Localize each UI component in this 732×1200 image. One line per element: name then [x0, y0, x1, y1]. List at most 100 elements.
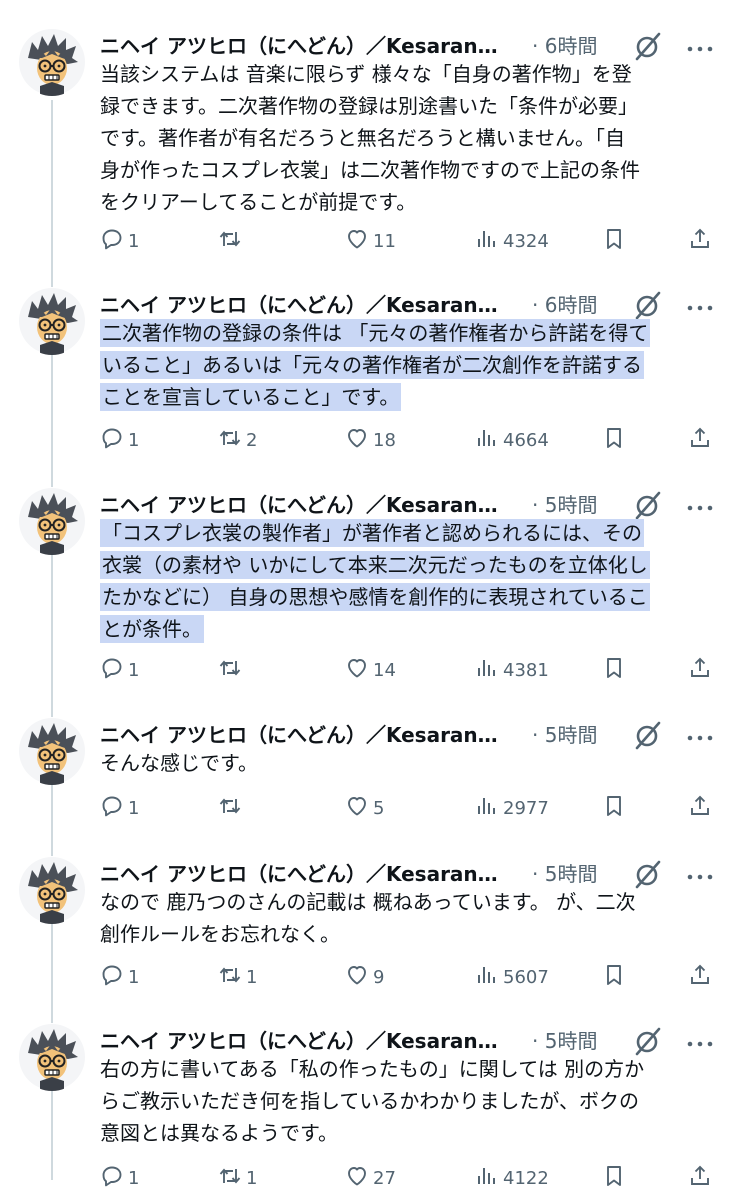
reply-button[interactable]: 1: [100, 655, 139, 685]
retweet-button[interactable]: 1: [218, 1163, 257, 1193]
tweet-text-line: 当該システムは 音楽に限らず 様々な「自身の著作物」を登: [100, 62, 632, 86]
reply-button[interactable]: 1: [100, 962, 139, 992]
views-count: 5607: [503, 966, 549, 988]
bookmark-button[interactable]: [602, 655, 630, 685]
like-count: 11: [373, 230, 396, 252]
like-count: 18: [373, 429, 396, 451]
bookmark-icon: [602, 656, 630, 685]
views-icon: [475, 426, 503, 455]
grok-icon[interactable]: [633, 720, 663, 750]
heart-icon: [345, 794, 373, 823]
more-icon[interactable]: [685, 729, 715, 741]
grok-icon[interactable]: [633, 31, 663, 61]
grok-icon[interactable]: [633, 290, 663, 320]
bookmark-button[interactable]: [602, 226, 630, 256]
views-icon: [475, 1164, 503, 1193]
like-button[interactable]: 11: [345, 226, 396, 256]
bookmark-button[interactable]: [602, 1163, 630, 1193]
like-button[interactable]: 27: [345, 1163, 396, 1193]
bookmark-button[interactable]: [602, 962, 630, 992]
views-button[interactable]: 4122: [475, 1163, 549, 1193]
share-button[interactable]: [688, 425, 716, 455]
reply-count: 1: [128, 966, 140, 988]
share-button[interactable]: [688, 226, 716, 256]
reply-count: 1: [128, 230, 140, 252]
reply-count: 1: [128, 659, 140, 681]
grok-icon[interactable]: [633, 859, 663, 889]
share-button[interactable]: [688, 655, 716, 685]
retweet-icon: [218, 963, 246, 992]
retweet-button[interactable]: [218, 226, 246, 256]
retweet-button[interactable]: [218, 793, 246, 823]
tweet-6[interactable]: ニヘイ アツヒロ（にへどん）／Kesaran… · 5時間 右の方に書いてある「…: [0, 1023, 732, 1195]
avatar[interactable]: [18, 287, 86, 355]
tweet-text: 「コスプレ衣裳の製作者」が著作者と認められるには、その 衣裳（の素材や いかにして…: [100, 517, 720, 645]
tweet-2[interactable]: ニヘイ アツヒロ（にへどん）／Kesaran… · 6時間 二次著作物の登録の条…: [0, 287, 732, 457]
avatar[interactable]: [18, 487, 86, 555]
reply-button[interactable]: 1: [100, 226, 139, 256]
retweet-button[interactable]: [218, 655, 246, 685]
like-button[interactable]: 5: [345, 793, 384, 823]
tweet-actions: 1 11 4324: [100, 226, 720, 256]
bookmark-button[interactable]: [602, 425, 630, 455]
tweet-5[interactable]: ニヘイ アツヒロ（にへどん）／Kesaran… · 5時間 なので 鹿乃つのさん…: [0, 856, 732, 994]
like-button[interactable]: 14: [345, 655, 396, 685]
like-count: 9: [373, 966, 385, 988]
reply-button[interactable]: 1: [100, 1163, 139, 1193]
heart-icon: [345, 227, 373, 256]
retweet-icon: [218, 794, 246, 823]
share-button[interactable]: [688, 1163, 716, 1193]
more-icon[interactable]: [685, 1035, 715, 1047]
more-icon[interactable]: [685, 299, 715, 311]
bookmark-button[interactable]: [602, 793, 630, 823]
retweet-icon: [218, 1164, 246, 1193]
views-icon: [475, 794, 503, 823]
heart-icon: [345, 963, 373, 992]
tweet-1[interactable]: ニヘイ アツヒロ（にへどん）／Kesaran… · 6時間 当該システムは 音楽…: [0, 28, 732, 258]
tweet-text-line: そんな感じです。: [100, 751, 258, 775]
share-button[interactable]: [688, 962, 716, 992]
retweet-button[interactable]: 1: [218, 962, 257, 992]
bookmark-icon: [602, 1164, 630, 1193]
tweet-text-line: 右の方に書いてある「私の作ったもの」に関しては 別の方か: [100, 1057, 645, 1081]
retweet-count: 1: [246, 966, 258, 988]
reply-count: 1: [128, 429, 140, 451]
tweet-3[interactable]: ニヘイ アツヒロ（にへどん）／Kesaran… · 5時間 「コスプレ衣裳の製作…: [0, 487, 732, 687]
tweet-4[interactable]: ニヘイ アツヒロ（にへどん）／Kesaran… · 5時間 そんな感じです。 1…: [0, 717, 732, 825]
more-icon[interactable]: [685, 868, 715, 880]
share-icon: [688, 656, 716, 685]
reply-button[interactable]: 1: [100, 793, 139, 823]
bookmark-icon: [602, 426, 630, 455]
views-count: 4664: [503, 429, 549, 451]
share-button[interactable]: [688, 793, 716, 823]
like-button[interactable]: 18: [345, 425, 396, 455]
tweet-text-line: 身が作ったコスプレ衣裳」は二次著作物ですので上記の条件: [100, 158, 640, 182]
views-button[interactable]: 4381: [475, 655, 549, 685]
tweet-text-line: ことを宣言していること」です。: [100, 383, 402, 411]
views-count: 2977: [503, 797, 549, 819]
reply-icon: [100, 963, 128, 992]
share-icon: [688, 963, 716, 992]
reply-button[interactable]: 1: [100, 425, 139, 455]
like-button[interactable]: 9: [345, 962, 384, 992]
views-button[interactable]: 4664: [475, 425, 549, 455]
views-button[interactable]: 2977: [475, 793, 549, 823]
tweet-text: なので 鹿乃つのさんの記載は 概ねあっています。 が、二次 創作ルールをお忘れなく…: [100, 886, 720, 950]
retweet-button[interactable]: 2: [218, 425, 257, 455]
tweet-actions: 1 1 9 5607: [100, 962, 720, 992]
retweet-count: 1: [246, 1167, 258, 1189]
reply-icon: [100, 794, 128, 823]
reply-count: 1: [128, 797, 140, 819]
more-icon[interactable]: [685, 499, 715, 511]
tweet-text-line: 録できます。二次著作物の登録は別途書いた「条件が必要」: [100, 94, 638, 118]
more-icon[interactable]: [685, 40, 715, 52]
views-button[interactable]: 5607: [475, 962, 549, 992]
views-button[interactable]: 4324: [475, 226, 549, 256]
avatar[interactable]: [18, 856, 86, 924]
avatar[interactable]: [18, 1023, 86, 1091]
avatar[interactable]: [18, 28, 86, 96]
tweet-actions: 1 5 2977: [100, 793, 720, 823]
grok-icon[interactable]: [633, 490, 663, 520]
grok-icon[interactable]: [633, 1026, 663, 1056]
avatar[interactable]: [18, 717, 86, 785]
